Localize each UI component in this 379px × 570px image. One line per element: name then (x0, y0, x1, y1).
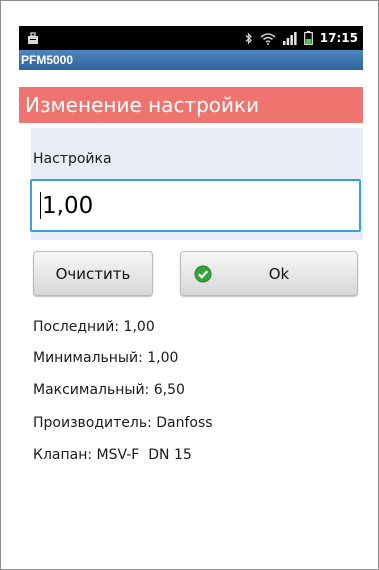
text-cursor (40, 192, 41, 219)
wifi-icon (260, 32, 276, 45)
signal-icon (282, 31, 297, 45)
info-manufacturer: Производитель: Danfoss (33, 415, 213, 431)
status-time: 17:15 (319, 31, 358, 45)
briefcase-icon (27, 31, 39, 45)
info-valve: Клапан: MSV-F DN 15 (33, 447, 192, 463)
info-max: Максимальный: 6,50 (33, 382, 185, 398)
app-title: PFM5000 (21, 53, 74, 67)
info-last: Последний: 1,00 (33, 319, 155, 335)
dialog-header: Изменение настройки (19, 87, 363, 123)
status-bar: 17:15 (19, 26, 363, 50)
clear-button-label: Очистить (55, 264, 131, 283)
setting-input[interactable]: 1,00 (30, 179, 361, 232)
setting-label: Настройка (33, 151, 112, 167)
ok-button[interactable]: Ok (180, 251, 358, 296)
clear-button[interactable]: Очистить (33, 251, 153, 296)
setting-input-value: 1,00 (42, 192, 94, 219)
checkmark-icon (194, 265, 212, 287)
phone-screen: 17:15 PFM5000 Изменение настройки Настро… (0, 0, 379, 570)
info-min: Минимальный: 1,00 (33, 350, 179, 366)
battery-icon (303, 31, 313, 45)
app-title-bar: PFM5000 (19, 50, 363, 70)
dialog-title: Изменение настройки (25, 93, 260, 117)
bluetooth-icon (245, 31, 253, 45)
ok-button-label: Ok (268, 264, 290, 283)
